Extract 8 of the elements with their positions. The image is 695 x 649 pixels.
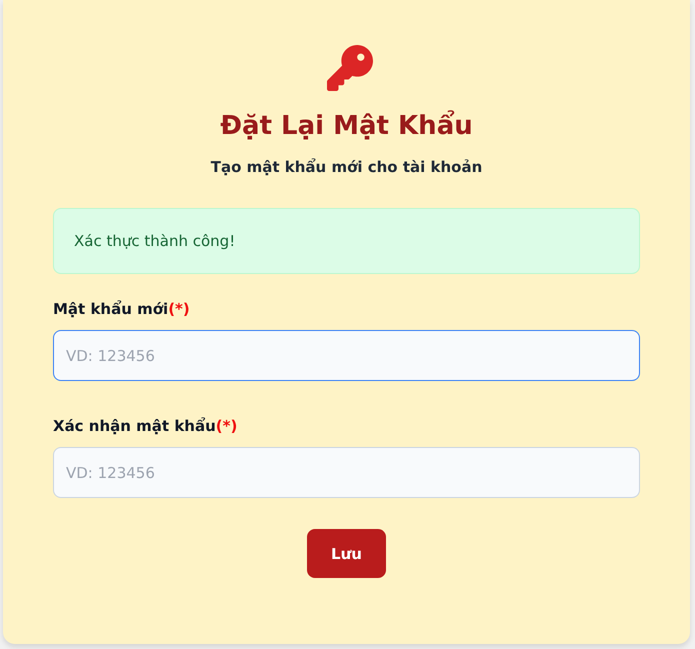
page-subtitle: Tạo mật khẩu mới cho tài khoản [210,157,482,178]
field-label: Mật khẩu mới(*) [53,299,190,320]
field-label: Xác nhận mật khẩu(*) [53,416,238,437]
key-icon [326,45,372,91]
success-message: Xác thực thành công! [53,208,640,274]
password-field[interactable]: VD: 123456 [53,330,640,381]
save-button[interactable]: Lưu [307,529,386,578]
page-title: Đặt Lại Mật Khẩu [220,109,473,143]
